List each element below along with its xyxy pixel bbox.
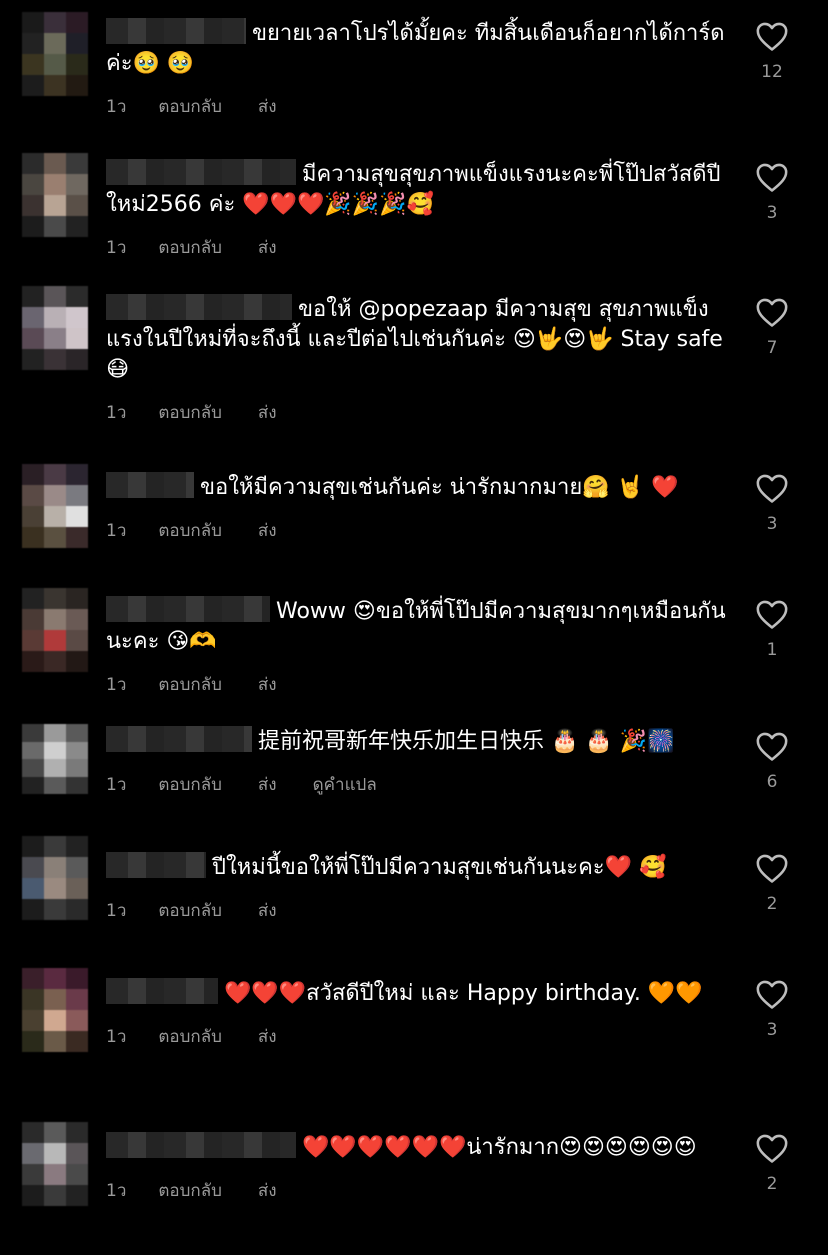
comment-actions: 1ว ตอบกลับ ส่ง ดูคำแปล — [106, 771, 728, 798]
comment-actions: 1ว ตอบกลับ ส่ง — [106, 1177, 728, 1204]
avatar[interactable] — [22, 153, 88, 237]
username-blurred[interactable] — [106, 726, 252, 752]
send-button[interactable]: ส่ง — [258, 517, 277, 544]
comment-actions: 1ว ตอบกลับ ส่ง — [106, 234, 728, 261]
reply-button[interactable]: ตอบกลับ — [158, 771, 222, 798]
comment-time: 1ว — [106, 238, 127, 258]
comment-actions: 1ว ตอบกลับ ส่ง — [106, 671, 728, 698]
reply-button[interactable]: ตอบกลับ — [158, 517, 222, 544]
username-blurred[interactable] — [106, 1132, 296, 1158]
like-count: 12 — [761, 62, 783, 82]
comment-time: 1ว — [106, 97, 127, 117]
username-blurred[interactable] — [106, 472, 194, 498]
heart-icon[interactable] — [755, 852, 789, 884]
username-blurred[interactable] — [106, 294, 292, 320]
comment-time: 1ว — [106, 403, 127, 423]
comment-time: 1ว — [106, 1181, 127, 1201]
avatar[interactable] — [22, 12, 88, 96]
comment-actions: 1ว ตอบกลับ ส่ง — [106, 1023, 728, 1050]
username-blurred[interactable] — [106, 159, 296, 185]
username-blurred[interactable] — [106, 852, 206, 878]
comment-list: ขยายเวลาโปรได้มั้ยคะ ทีมสิ้นเดือนก็อยากไ… — [0, 0, 828, 1255]
send-button[interactable]: ส่ง — [258, 399, 277, 426]
send-button[interactable]: ส่ง — [258, 93, 277, 120]
heart-icon[interactable] — [755, 598, 789, 630]
translate-button[interactable]: ดูคำแปล — [313, 771, 377, 798]
reply-button[interactable]: ตอบกลับ — [158, 671, 222, 698]
comment-actions: 1ว ตอบกลับ ส่ง — [106, 399, 728, 426]
like-area: 1 — [754, 598, 790, 660]
comment-time: 1ว — [106, 901, 127, 921]
avatar[interactable] — [22, 286, 88, 370]
like-area: 12 — [754, 20, 790, 82]
send-button[interactable]: ส่ง — [258, 671, 277, 698]
reply-button[interactable]: ตอบกลับ — [158, 897, 222, 924]
avatar[interactable] — [22, 1122, 88, 1206]
like-area: 3 — [754, 161, 790, 223]
reply-button[interactable]: ตอบกลับ — [158, 234, 222, 261]
reply-button[interactable]: ตอบกลับ — [158, 1023, 222, 1050]
reply-button[interactable]: ตอบกลับ — [158, 93, 222, 120]
comment-text: 提前祝哥新年快乐加生日快乐 🎂 🎂 🎉🎆 — [106, 726, 728, 757]
comment-text: ปีใหม่นี้ขอให้พี่โป๊ปมีความสุขเช่นกันนะค… — [106, 852, 728, 883]
like-count: 3 — [766, 203, 778, 223]
heart-icon[interactable] — [755, 730, 789, 762]
like-area: 2 — [754, 1132, 790, 1194]
comment-time: 1ว — [106, 675, 127, 695]
like-area: 3 — [754, 472, 790, 534]
comment-text: ❤️❤️❤️❤️❤️❤️น่ารักมาก😍😍😍😍😍😍 — [106, 1132, 728, 1163]
heart-icon[interactable] — [755, 161, 789, 193]
like-count: 3 — [766, 1020, 778, 1040]
send-button[interactable]: ส่ง — [258, 234, 277, 261]
heart-icon[interactable] — [755, 978, 789, 1010]
like-area: 3 — [754, 978, 790, 1040]
username-blurred[interactable] — [106, 18, 246, 44]
like-count: 6 — [766, 772, 778, 792]
comment-actions: 1ว ตอบกลับ ส่ง — [106, 517, 728, 544]
comment-text: ขอให้ @popezaap มีความสุข สุขภาพแข็งแรงใ… — [106, 294, 728, 385]
heart-icon[interactable] — [755, 472, 789, 504]
like-area: 2 — [754, 852, 790, 914]
comment-actions: 1ว ตอบกลับ ส่ง — [106, 93, 728, 120]
reply-button[interactable]: ตอบกลับ — [158, 1177, 222, 1204]
like-area: 7 — [754, 296, 790, 358]
comment-time: 1ว — [106, 1027, 127, 1047]
send-button[interactable]: ส่ง — [258, 1023, 277, 1050]
heart-icon[interactable] — [755, 1132, 789, 1164]
comment-actions: 1ว ตอบกลับ ส่ง — [106, 897, 728, 924]
avatar[interactable] — [22, 836, 88, 920]
like-count: 1 — [766, 640, 778, 660]
comment-text: Woww 😍ขอให้พี่โป๊ปมีความสุขมากๆเหมือนกัน… — [106, 596, 728, 657]
reply-button[interactable]: ตอบกลับ — [158, 399, 222, 426]
comment-text: ขยายเวลาโปรได้มั้ยคะ ทีมสิ้นเดือนก็อยากไ… — [106, 18, 728, 79]
avatar[interactable] — [22, 724, 88, 794]
comment-text: ❤️❤️❤️สวัสดีปีใหม่ และ Happy birthday. 🧡… — [106, 978, 728, 1009]
like-count: 2 — [766, 894, 778, 914]
send-button[interactable]: ส่ง — [258, 1177, 277, 1204]
like-count: 3 — [766, 514, 778, 534]
comment-text: มีความสุขสุขภาพแข็งแรงนะคะพี่โป๊ปสวัสดีป… — [106, 159, 728, 220]
heart-icon[interactable] — [755, 296, 789, 328]
send-button[interactable]: ส่ง — [258, 771, 277, 798]
username-blurred[interactable] — [106, 978, 218, 1004]
like-area: 6 — [754, 730, 790, 792]
username-blurred[interactable] — [106, 596, 270, 622]
like-count: 7 — [766, 338, 778, 358]
comment-text: ขอให้มีความสุขเช่นกันค่ะ น่ารักมากมาย🤗 🤘… — [106, 472, 728, 503]
avatar[interactable] — [22, 464, 88, 548]
like-count: 2 — [766, 1174, 778, 1194]
comment-time: 1ว — [106, 775, 127, 795]
avatar[interactable] — [22, 968, 88, 1052]
heart-icon[interactable] — [755, 20, 789, 52]
send-button[interactable]: ส่ง — [258, 897, 277, 924]
avatar[interactable] — [22, 588, 88, 672]
comment-time: 1ว — [106, 521, 127, 541]
